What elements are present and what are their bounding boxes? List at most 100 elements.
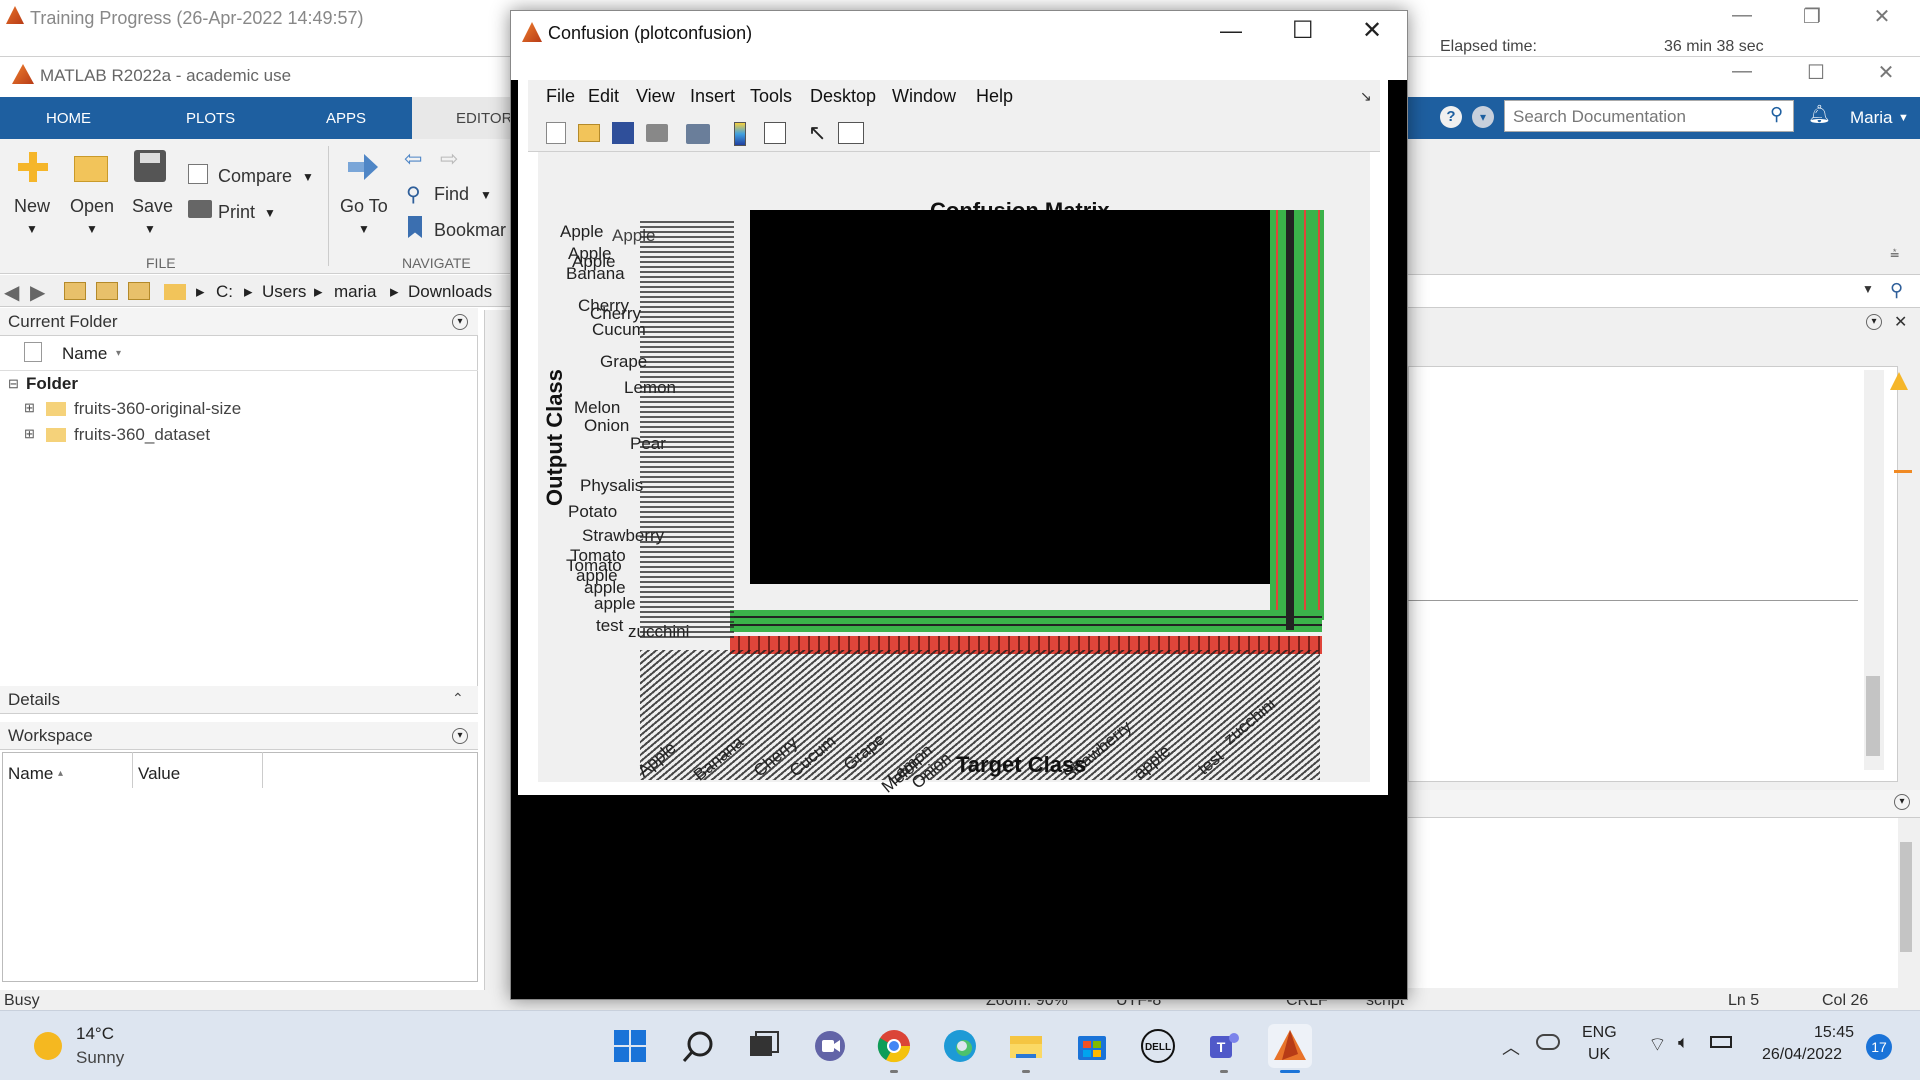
command-window[interactable] xyxy=(1408,818,1898,988)
open-dropdown-icon[interactable]: ▼ xyxy=(86,222,98,236)
close-icon[interactable]: ✕ xyxy=(1862,4,1902,32)
print-dropdown-icon[interactable]: ▼ xyxy=(264,206,276,220)
print-button[interactable]: Print xyxy=(218,202,255,223)
goto-arrow-icon[interactable] xyxy=(346,152,380,182)
goto-dropdown-icon[interactable]: ▼ xyxy=(358,222,370,236)
breadcrumb-users[interactable]: Users xyxy=(262,282,306,302)
volume-icon[interactable]: 🔈︎ xyxy=(1678,1032,1689,1053)
details-header[interactable]: Details xyxy=(0,686,478,714)
property-inspector-icon[interactable] xyxy=(838,122,864,144)
figure-close-icon[interactable]: ✕ xyxy=(1362,16,1382,45)
breadcrumb-downloads[interactable]: Downloads xyxy=(408,282,492,302)
new-dropdown-icon[interactable]: ▼ xyxy=(26,222,38,236)
clock-time[interactable]: 15:45 xyxy=(1814,1024,1854,1042)
dropdown-icon[interactable]: ▼ xyxy=(1862,282,1874,296)
addr-back-icon[interactable]: ◀ xyxy=(4,280,19,305)
show-hidden-icons[interactable]: ︿ xyxy=(1502,1034,1520,1060)
notification-badge[interactable]: 17 xyxy=(1866,1034,1892,1060)
back-arrow-icon[interactable]: ⇦ xyxy=(404,146,422,172)
link-plot-icon[interactable] xyxy=(686,124,710,144)
figure-maximize-icon[interactable]: ☐ xyxy=(1292,16,1314,45)
matlab-close-icon[interactable]: ✕ xyxy=(1866,60,1906,88)
expand-icon[interactable]: ⊞ xyxy=(24,400,35,416)
menu-file[interactable]: File xyxy=(546,86,575,107)
minimize-icon[interactable]: — xyxy=(1722,4,1762,32)
tab-apps[interactable]: APPS xyxy=(326,110,366,127)
user-menu[interactable]: Maria xyxy=(1850,108,1893,128)
goto-button[interactable]: Go To xyxy=(340,196,388,217)
name-column-header[interactable]: Name xyxy=(62,344,107,364)
colorbar-icon[interactable] xyxy=(734,122,746,146)
panel-menu-icon[interactable]: ▾ xyxy=(1894,794,1910,810)
tab-editor[interactable]: EDITOR xyxy=(412,97,512,139)
new-figure-icon[interactable] xyxy=(546,122,566,144)
teams-icon[interactable]: T xyxy=(1202,1024,1246,1068)
teams-chat-icon[interactable] xyxy=(808,1024,852,1068)
search-icon[interactable]: ⚲ xyxy=(1890,280,1903,301)
notification-bell-icon[interactable]: 🔔︎ xyxy=(1808,104,1831,125)
task-view-icon[interactable] xyxy=(742,1024,786,1068)
browse-folder-icon[interactable] xyxy=(96,282,118,300)
menu-window[interactable]: Window xyxy=(892,86,956,107)
compare-button[interactable]: Compare xyxy=(218,166,292,187)
menu-view[interactable]: View xyxy=(636,86,675,107)
new-icon[interactable] xyxy=(16,150,50,184)
collapse-toolstrip-icon[interactable]: ⩮ xyxy=(1890,246,1899,264)
community-icon[interactable]: ▾ xyxy=(1472,106,1494,128)
editor-area[interactable] xyxy=(1408,366,1898,782)
language-line1[interactable]: ENG xyxy=(1582,1024,1617,1042)
collapse-icon[interactable]: ⊟ xyxy=(8,376,19,392)
matlab-maximize-icon[interactable]: ☐ xyxy=(1796,60,1836,88)
panel-menu-icon[interactable]: ▾ xyxy=(452,728,468,744)
open-button[interactable]: Open xyxy=(70,196,114,217)
tab-plots[interactable]: PLOTS xyxy=(186,110,235,127)
close-panel-icon[interactable]: ✕ xyxy=(1894,312,1907,332)
onedrive-cloud-icon[interactable] xyxy=(1536,1034,1560,1050)
dock-arrow-icon[interactable]: ↘ xyxy=(1360,88,1372,105)
microsoft-store-icon[interactable] xyxy=(1070,1024,1114,1068)
file-explorer-icon[interactable] xyxy=(1004,1024,1048,1068)
clock-date[interactable]: 26/04/2022 xyxy=(1762,1046,1842,1064)
workspace-col-value[interactable]: Value xyxy=(138,764,180,784)
chevron-up-icon[interactable]: ⌃ xyxy=(452,690,464,707)
compare-dropdown-icon[interactable]: ▼ xyxy=(302,170,314,184)
wifi-icon[interactable]: ⌔ xyxy=(1648,1032,1667,1057)
menu-desktop[interactable]: Desktop xyxy=(810,86,876,107)
chrome-icon[interactable] xyxy=(872,1024,916,1068)
restore-icon[interactable]: ❐ xyxy=(1792,4,1832,32)
forward-arrow-icon[interactable]: ⇨ xyxy=(440,146,458,172)
battery-icon[interactable] xyxy=(1710,1036,1732,1048)
figure-minimize-icon[interactable]: — xyxy=(1220,18,1242,44)
open-folder-icon[interactable] xyxy=(74,156,108,182)
dell-icon[interactable]: DELL xyxy=(1136,1024,1180,1068)
menu-edit[interactable]: Edit xyxy=(588,86,619,107)
bookmark-button[interactable]: Bookmar xyxy=(434,220,506,241)
find-button[interactable]: Find xyxy=(434,184,469,205)
panel-menu-icon[interactable]: ▾ xyxy=(1866,314,1882,330)
new-button[interactable]: New xyxy=(14,196,50,217)
legend-icon[interactable] xyxy=(764,122,786,144)
tab-home[interactable]: HOME xyxy=(46,110,91,127)
workspace-col-name[interactable]: Name xyxy=(8,764,53,784)
open-file-icon[interactable] xyxy=(578,124,600,142)
search-folder-icon[interactable] xyxy=(128,282,150,300)
breadcrumb-drive[interactable]: C: xyxy=(216,282,233,302)
save-button[interactable]: Save xyxy=(132,196,173,217)
matlab-taskbar-icon[interactable] xyxy=(1268,1024,1312,1068)
save-dropdown-icon[interactable]: ▼ xyxy=(144,222,156,236)
weather-sun-icon[interactable] xyxy=(34,1032,62,1060)
save-icon[interactable] xyxy=(134,150,166,182)
search-icon[interactable]: ⚲ xyxy=(1770,104,1783,125)
expand-icon[interactable]: ⊞ xyxy=(24,426,35,442)
editor-scrollbar-thumb[interactable] xyxy=(1866,676,1880,756)
addr-forward-icon[interactable]: ▶ xyxy=(30,280,45,305)
weather-desc[interactable]: Sunny xyxy=(76,1048,124,1068)
folder-item[interactable]: fruits-360-original-size xyxy=(74,399,241,419)
confusion-matrix-cells[interactable] xyxy=(750,210,1270,584)
warning-marker[interactable] xyxy=(1894,470,1912,473)
chevron-down-icon[interactable]: ▼ xyxy=(1898,112,1909,124)
search-documentation-input[interactable]: Search Documentation xyxy=(1504,100,1794,132)
folder-item[interactable]: fruits-360_dataset xyxy=(74,425,210,445)
panel-menu-icon[interactable]: ▾ xyxy=(452,314,468,330)
weather-temp[interactable]: 14°C xyxy=(76,1024,114,1044)
